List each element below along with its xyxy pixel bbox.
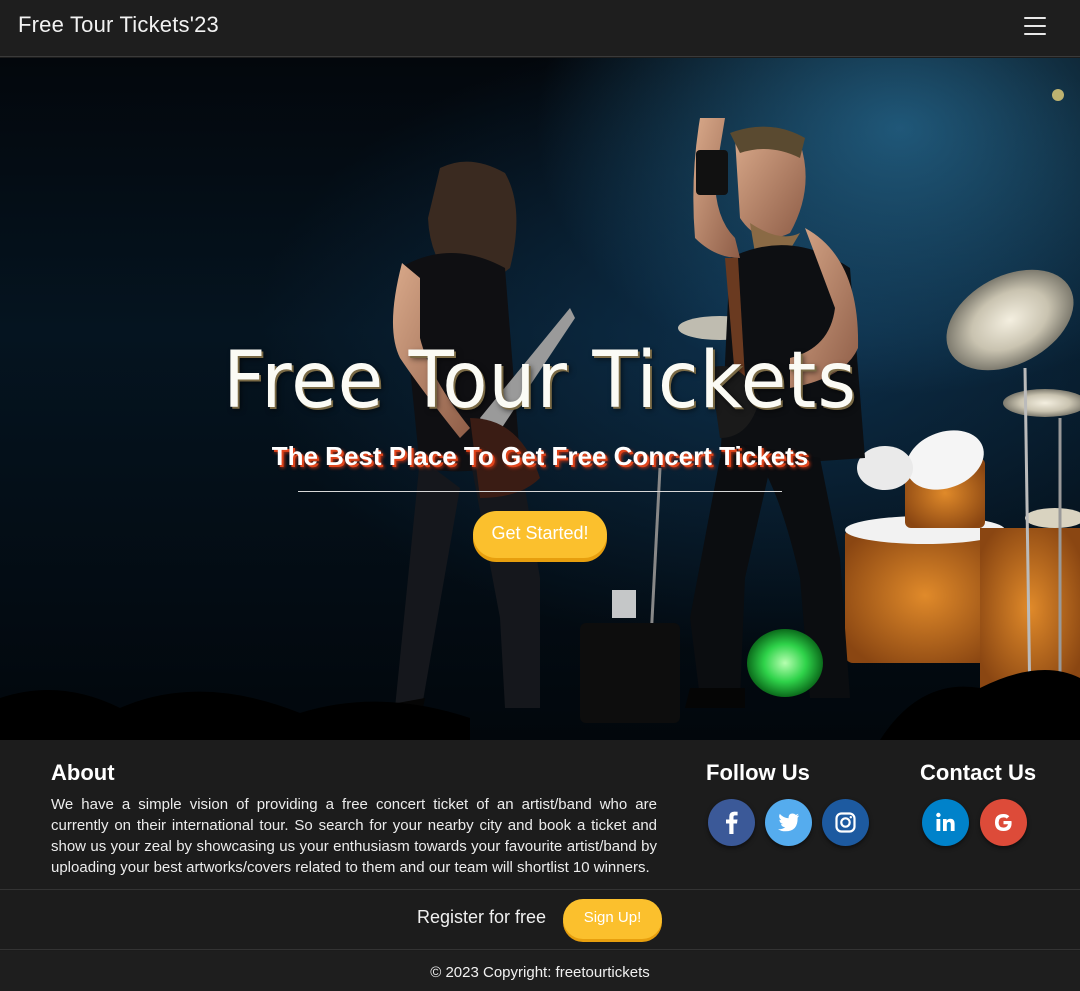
linkedin-icon[interactable] — [922, 799, 969, 846]
register-text: Register for free — [417, 907, 547, 927]
footer-info-section: About We have a simple vision of providi… — [0, 740, 1080, 890]
facebook-icon[interactable] — [708, 799, 755, 846]
hero-section: Free Tour Tickets The Best Place To Get … — [0, 58, 1080, 740]
sign-up-button[interactable]: Sign Up! — [563, 899, 662, 939]
hamburger-menu-icon[interactable] — [1020, 14, 1050, 40]
google-icon[interactable] — [980, 799, 1027, 846]
hero-divider — [298, 491, 782, 492]
register-bar: Register for free Sign Up! — [0, 890, 1080, 950]
copyright-text: © 2023 Copyright: freetourtickets — [0, 951, 1080, 991]
brand-title[interactable]: Free Tour Tickets'23 — [18, 12, 219, 38]
instagram-icon[interactable] — [822, 799, 869, 846]
follow-us-heading: Follow Us — [706, 760, 810, 785]
get-started-button[interactable]: Get Started! — [473, 511, 607, 558]
about-heading: About — [51, 760, 115, 785]
about-text: We have a simple vision of providing a f… — [51, 796, 657, 876]
navbar: Free Tour Tickets'23 — [0, 0, 1080, 57]
hero-subtitle: The Best Place To Get Free Concert Ticke… — [271, 441, 809, 471]
contact-us-heading: Contact Us — [920, 760, 1037, 785]
twitter-icon[interactable] — [765, 799, 812, 846]
hero-title: Free Tour Tickets — [223, 336, 857, 426]
